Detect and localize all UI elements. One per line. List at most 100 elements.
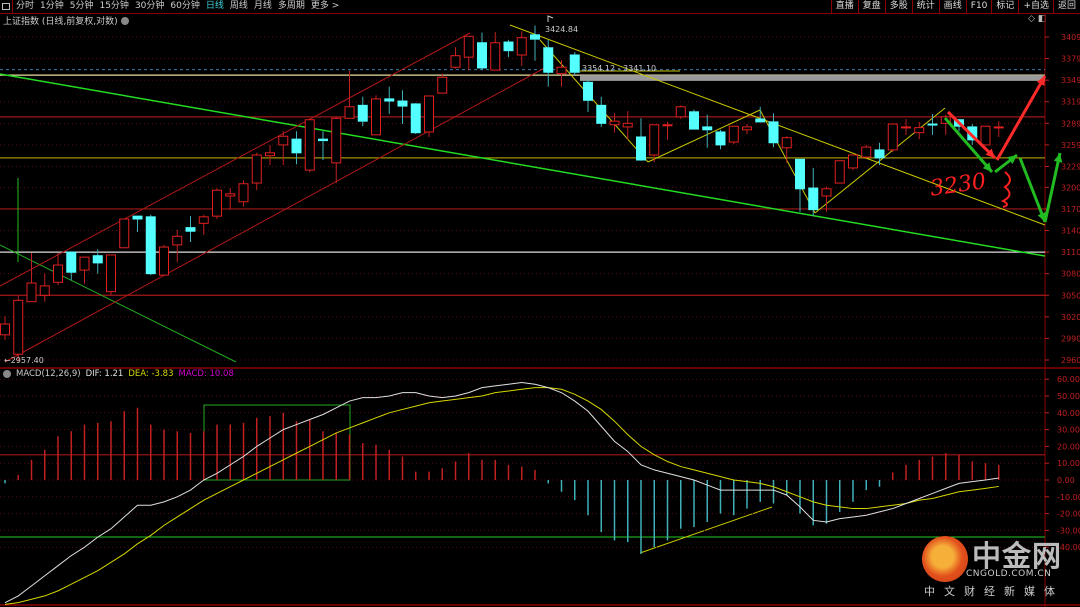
candle <box>463 35 474 71</box>
candle-body <box>914 127 925 134</box>
candle <box>887 123 898 153</box>
candle-body <box>26 282 37 303</box>
candle <box>636 118 646 161</box>
candle-body <box>92 255 103 264</box>
candle-body <box>304 119 315 171</box>
price-tick-label: 3110 <box>1061 248 1080 257</box>
candle-body <box>278 135 289 146</box>
candle-body <box>556 66 567 75</box>
candle-body <box>583 81 593 101</box>
candle-body <box>675 106 686 118</box>
candle-body <box>874 149 885 159</box>
candle-body <box>132 215 143 220</box>
candle <box>424 95 434 137</box>
candle-body <box>887 123 898 151</box>
candle <box>172 229 183 263</box>
macd-tick-label: 0.00 <box>1057 476 1075 485</box>
price-tick-label: 3319 <box>1061 98 1080 107</box>
price-tick-label: 3080 <box>1061 270 1080 279</box>
candle-body <box>172 235 183 246</box>
candle <box>980 125 991 146</box>
high-price-label: 3424.84 <box>545 25 578 34</box>
dif-line <box>4 382 999 604</box>
candle <box>119 218 130 249</box>
candle-body <box>795 158 805 190</box>
candle <box>583 80 593 112</box>
candle <box>291 131 302 165</box>
candle-body <box>569 54 580 73</box>
candle <box>318 131 328 161</box>
candle <box>649 124 660 163</box>
cngold-logo: 中金网 CNGOLD.COM.CN 中文财经新媒体 <box>922 533 1072 603</box>
candle <box>728 125 739 145</box>
candle <box>344 70 355 119</box>
candle <box>331 116 342 184</box>
candle <box>861 144 872 158</box>
price-tick-label: 3050 <box>1061 291 1080 300</box>
candle-body <box>106 254 116 293</box>
candle-body <box>596 104 607 124</box>
candle <box>848 154 858 171</box>
candle <box>212 188 222 220</box>
candle-body <box>768 121 779 144</box>
price-tick-label: 3229 <box>1061 162 1080 171</box>
candle-body <box>79 256 90 271</box>
candle-body <box>251 154 262 184</box>
candle <box>265 144 275 166</box>
short-green-trendline <box>0 244 237 363</box>
kline-chart[interactable]: 3409 3379 3349 3319 3289 3259 3229 3200 3170 3140… <box>0 0 1080 607</box>
low-price-label: ←2957.40 <box>4 356 44 365</box>
indicator-settings-icon[interactable] <box>3 370 11 378</box>
candle <box>675 105 686 120</box>
candle <box>834 160 845 184</box>
logo-url: CNGOLD.COM.CN <box>966 569 1052 579</box>
candle <box>821 186 832 212</box>
candle <box>755 106 766 123</box>
dea-line <box>4 387 999 605</box>
logo-slogan: 中文财经新媒体 <box>924 585 1064 598</box>
candle <box>92 249 103 274</box>
candle-body <box>39 285 50 296</box>
candle-body <box>66 251 77 273</box>
macd-highlight-box <box>203 404 351 481</box>
candle-body <box>318 138 328 142</box>
candle <box>596 96 607 127</box>
price-tick-label: 3140 <box>1061 227 1080 236</box>
candle <box>53 252 63 286</box>
price-tick-label: 3379 <box>1061 55 1080 64</box>
candle <box>238 180 249 207</box>
candle-body <box>344 106 355 119</box>
macd-tick-label: 60.00 <box>1057 375 1080 384</box>
candle-body <box>834 160 845 184</box>
candle <box>0 316 10 340</box>
candle-body <box>901 126 911 129</box>
candle <box>371 95 381 136</box>
resistance-zone <box>580 75 1045 81</box>
candle-body <box>291 138 302 154</box>
candle-body <box>13 299 24 355</box>
price-tick-label: 3170 <box>1061 205 1080 214</box>
candle-body <box>410 103 421 134</box>
candle <box>516 31 527 66</box>
candle <box>437 73 448 94</box>
candle-body <box>636 136 646 161</box>
candle-body <box>145 216 156 275</box>
candle-body <box>0 323 10 336</box>
green-down-arrow-2 <box>1018 157 1047 223</box>
dif-value: DIF: 1.21 <box>85 369 124 379</box>
candle-body <box>993 126 1004 129</box>
candle-body <box>715 131 726 146</box>
candle-body <box>371 98 381 136</box>
candle-body <box>490 42 501 71</box>
candle-body <box>808 187 819 211</box>
candle-body <box>212 189 222 217</box>
price-tick-label: 3020 <box>1061 313 1080 322</box>
candle-body <box>927 123 938 126</box>
candle <box>556 60 567 87</box>
candle <box>26 252 37 303</box>
candle-body <box>516 37 527 56</box>
handwritten-question-mark <box>1000 171 1011 208</box>
candle <box>609 113 620 133</box>
candle <box>79 256 90 284</box>
candle <box>304 118 315 173</box>
